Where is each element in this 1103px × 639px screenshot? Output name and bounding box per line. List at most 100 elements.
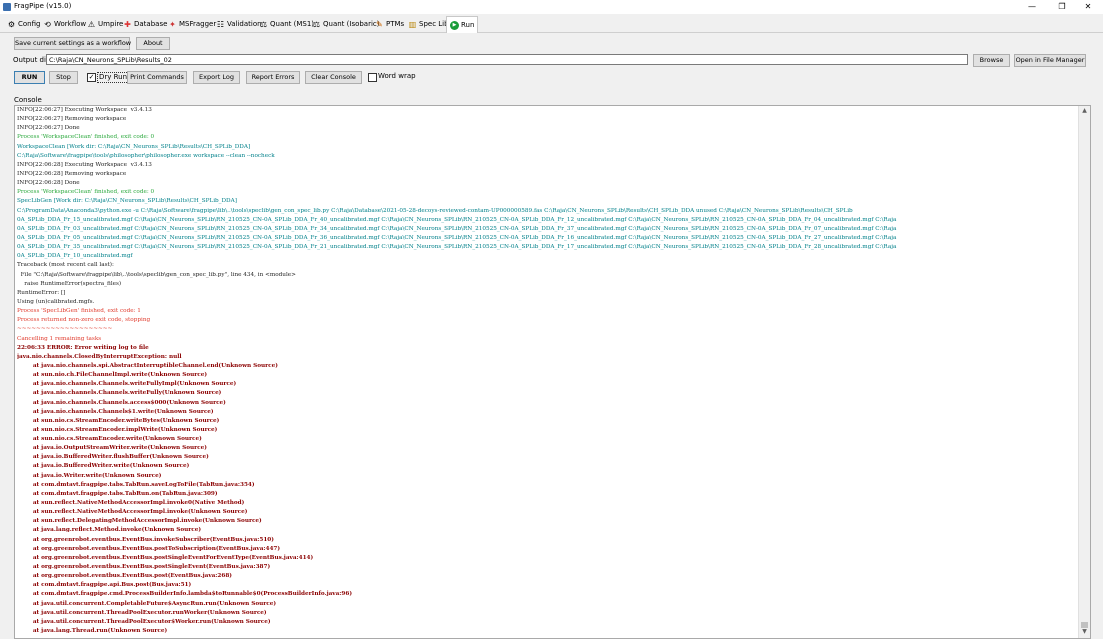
console-line: WorkspaceClean [Work dir: C:\Raja\CN_Neu… <box>17 143 251 150</box>
console-line: at java.io.OutputStreamWriter.write(Unkn… <box>17 445 207 452</box>
console-line: at java.lang.Thread.run(Unknown Source) <box>17 628 168 635</box>
console-text[interactable]: INFO[22:06:27] Executing Workspace v3.4.… <box>17 106 1075 636</box>
console-line: 0A_SPLib_DDA_Fr_10_uncalibrated.mgf <box>17 253 133 260</box>
console-line: RuntimeError: [] <box>17 289 66 296</box>
tab-msfragger[interactable]: ✦ MSFragger <box>168 17 216 31</box>
clear-console-button[interactable]: Clear Console <box>305 71 362 84</box>
tab-label: Quant (MS1) <box>270 20 315 28</box>
library-icon: ▥ <box>408 19 417 29</box>
console-line: at java.io.BufferedWriter.flushBuffer(Un… <box>17 454 209 461</box>
word-wrap-label[interactable]: Word wrap <box>378 72 416 80</box>
console-line: at sun.nio.ch.FileChannelImpl.write(Unkn… <box>17 372 208 379</box>
scale-icon: ⚖ <box>259 19 268 29</box>
tab-label: PTMs <box>386 20 405 28</box>
console-line: C:\ProgramData\Anaconda3\python.exe -u C… <box>17 207 853 214</box>
console-line: 0A_SPLib_DDA_Fr_35_uncalibrated.mgf C:\R… <box>17 244 897 251</box>
tab-config[interactable]: ⚙ Config <box>7 17 41 31</box>
tab-database[interactable]: ✚ Database <box>123 17 167 31</box>
console-line: at java.nio.channels.Channels.writeFully… <box>17 390 222 397</box>
console-line: Traceback (most recent call last): <box>17 262 114 269</box>
console-line: INFO[22:06:27] Removing workspace <box>17 116 127 123</box>
console-line: at java.io.Writer.write(Unknown Source) <box>17 472 162 479</box>
console-line: at java.util.concurrent.CompletableFutur… <box>17 600 277 607</box>
console-line: Process 'SpecLibGen' finished, exit code… <box>17 308 141 315</box>
workflow-icon: ⟲ <box>44 19 51 29</box>
minimize-button[interactable]: — <box>1017 0 1047 14</box>
console-line: at sun.nio.cs.StreamEncoder.write(Unknow… <box>17 436 202 443</box>
console-line: at com.dmtavt.fragpipe.tabs.TabRun.saveL… <box>17 481 255 488</box>
console-line: INFO[22:06:28] Done <box>17 180 80 187</box>
console-line: Cancelling 1 remaining tasks <box>17 335 102 342</box>
tab-label: Validation <box>227 20 262 28</box>
print-commands-button[interactable]: Print Commands <box>127 71 187 84</box>
tab-run[interactable]: ▶ Run <box>446 16 479 33</box>
console-line: at org.greenrobot.eventbus.EventBus.post… <box>17 564 271 571</box>
console-line: at sun.nio.cs.StreamEncoder.writeBytes(U… <box>17 417 220 424</box>
tab-ptms[interactable]: ✎ PTMs <box>375 17 404 31</box>
export-log-button[interactable]: Export Log <box>193 71 240 84</box>
console-line: 0A_SPLib_DDA_Fr_15_uncalibrated.mgf C:\R… <box>17 216 897 223</box>
play-icon: ▶ <box>450 20 459 30</box>
console-line: at org.greenrobot.eventbus.EventBus.post… <box>17 573 232 580</box>
browse-button[interactable]: Browse <box>973 54 1010 67</box>
console-line: 0A_SPLib_DDA_Fr_05_uncalibrated.mgf C:\R… <box>17 234 897 241</box>
database-icon: ✚ <box>124 19 131 29</box>
window-title: FragPipe (v15.0) <box>14 2 72 10</box>
msfragger-icon: ✦ <box>169 19 176 29</box>
console-line: at java.nio.channels.spi.AbstractInterru… <box>17 362 278 369</box>
about-button[interactable]: About <box>136 37 170 50</box>
dry-run-checkbox[interactable]: ✓ <box>87 73 96 82</box>
vertical-scrollbar[interactable]: ▲ ▼ <box>1078 106 1090 638</box>
dry-run-label[interactable]: Dry Run <box>97 72 130 83</box>
output-dir-input[interactable]: C:\Raja\CN_Neurons_SPLib\Results_02 <box>46 54 968 65</box>
tab-quant-isobaric[interactable]: ⚖ Quant (Isobaric) <box>312 17 380 31</box>
scroll-down-icon[interactable]: ▼ <box>1079 627 1090 637</box>
tab-label: MSFragger <box>179 20 217 28</box>
tab-validation[interactable]: ☷ Validation <box>216 17 262 31</box>
console-line: at java.util.concurrent.ThreadPoolExecut… <box>17 609 267 616</box>
console-line: at com.dmtavt.fragpipe.cmd.ProcessBuilde… <box>17 591 353 598</box>
save-workflow-button[interactable]: Save current settings as a workflow <box>14 37 131 50</box>
report-errors-button[interactable]: Report Errors <box>246 71 300 84</box>
console-line: SpecLibGen [Work dir: C:\Raja\CN_Neurons… <box>17 198 237 205</box>
console-line: at java.nio.channels.Channels$1.write(Un… <box>17 408 214 415</box>
console-panel[interactable]: INFO[22:06:27] Executing Workspace v3.4.… <box>14 105 1091 639</box>
close-button[interactable]: ✕ <box>1073 0 1103 14</box>
console-line: at org.greenrobot.eventbus.EventBus.invo… <box>17 536 274 543</box>
tab-workflow[interactable]: ⟲ Workflow <box>43 17 86 31</box>
console-line: 0A_SPLib_DDA_Fr_03_uncalibrated.mgf C:\R… <box>17 225 897 232</box>
console-line: at sun.reflect.DelegatingMethodAccessorI… <box>17 518 262 525</box>
console-line: at java.nio.channels.Channels.access$000… <box>17 399 226 406</box>
tab-bar: ⚙ Config ⟲ Workflow ⚠ Umpire ✚ Database ✦ MSF… <box>0 15 1103 33</box>
console-line: at java.lang.reflect.Method.invoke(Unkno… <box>17 527 202 534</box>
console-label: Console <box>14 96 42 104</box>
tab-umpire[interactable]: ⚠ Umpire <box>87 17 123 31</box>
console-line: Process returned non-zero exit code, sto… <box>17 317 151 324</box>
scroll-up-icon[interactable]: ▲ <box>1079 106 1090 116</box>
console-line: at sun.reflect.NativeMethodAccessorImpl.… <box>17 500 245 507</box>
console-line: at com.dmtavt.fragpipe.tabs.TabRun.on(Ta… <box>17 490 218 497</box>
app-icon <box>3 3 11 11</box>
console-line: at sun.nio.cs.StreamEncoder.implWrite(Un… <box>17 426 218 433</box>
console-line: INFO[22:06:27] Executing Workspace v3.4.… <box>17 107 152 113</box>
console-line: at java.io.BufferedWriter.write(Unknown … <box>17 463 190 470</box>
console-line: 22:06:33 ERROR: Error writing log to fil… <box>17 344 149 351</box>
tab-quant-ms1[interactable]: ⚖ Quant (MS1) <box>259 17 314 31</box>
console-line: C:\Raja\Software\fragpipe\tools\philosop… <box>17 152 275 159</box>
pen-icon: ✎ <box>376 19 383 29</box>
console-line: at org.greenrobot.eventbus.EventBus.post… <box>17 545 281 552</box>
run-button[interactable]: RUN <box>14 71 45 84</box>
console-line: java.nio.channels.ClosedByInterruptExcep… <box>17 353 182 360</box>
console-line: Process 'WorkspaceClean' finished, exit … <box>17 134 155 141</box>
stop-button[interactable]: Stop <box>49 71 78 84</box>
open-file-manager-button[interactable]: Open in File Manager <box>1014 54 1086 67</box>
console-line: at com.dmtavt.fragpipe.api.Bus.post(Bus.… <box>17 582 192 589</box>
console-line: raise RuntimeError(spectra_files) <box>17 280 122 287</box>
console-line: Process 'WorkspaceClean' finished, exit … <box>17 189 155 196</box>
console-line: at org.greenrobot.eventbus.EventBus.post… <box>17 554 314 561</box>
tab-label: Database <box>134 20 168 28</box>
tab-label: Spec Lib <box>419 20 449 28</box>
tab-spec-lib[interactable]: ▥ Spec Lib <box>408 17 449 31</box>
scale-icon: ⚖ <box>312 19 321 29</box>
word-wrap-checkbox[interactable] <box>368 73 377 82</box>
